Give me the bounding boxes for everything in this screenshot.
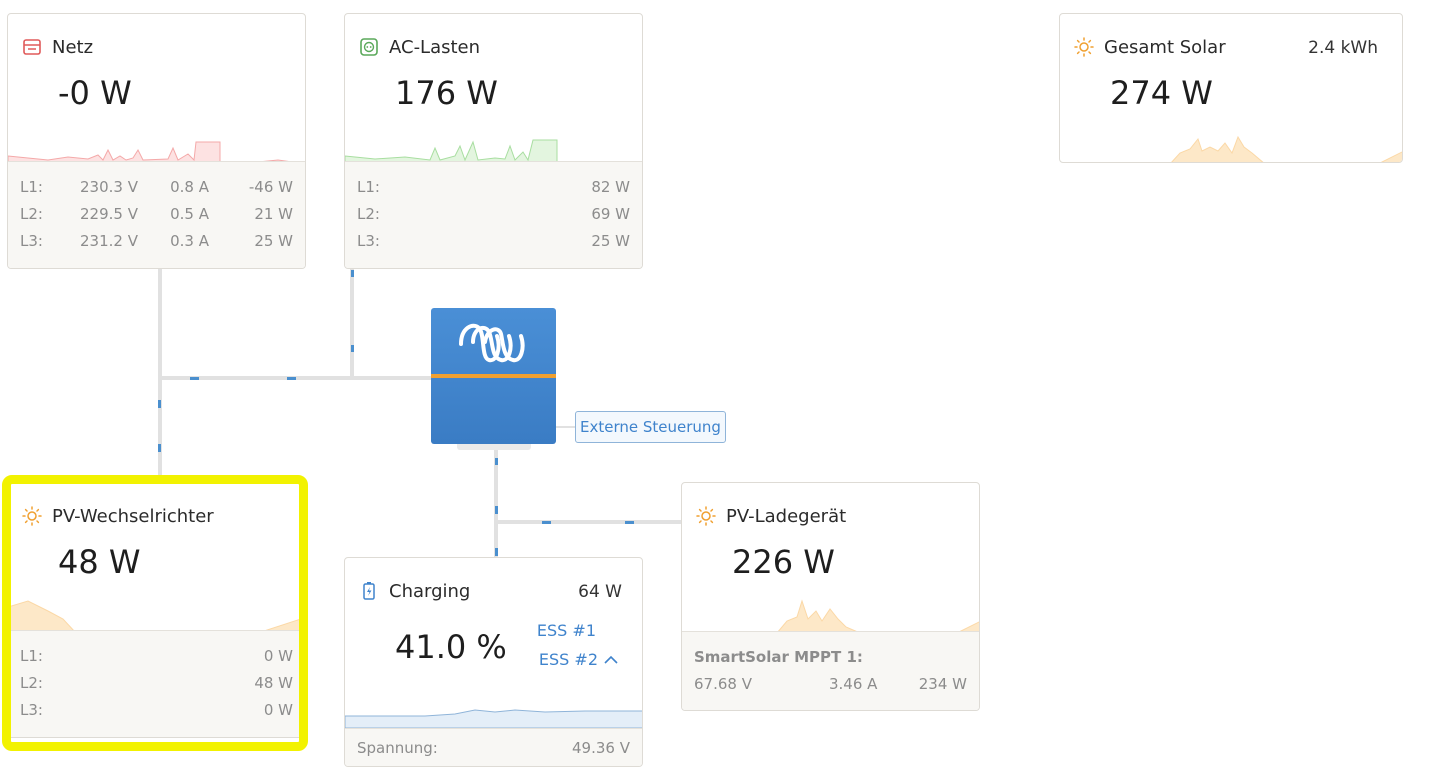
connector-horizontal-ac-bus: [158, 376, 434, 380]
flow-dot: [351, 270, 354, 277]
inverter-box[interactable]: [431, 308, 556, 444]
flow-dot: [351, 345, 354, 352]
total-solar-card[interactable]: Gesamt Solar 2.4 kWh 274 W: [1059, 13, 1403, 163]
phase-current: 0.8 A: [170, 178, 209, 196]
phase-voltage: 229.5 V: [80, 205, 138, 223]
ac-loads-phase-row: L2: 69 W: [357, 205, 630, 225]
charger-current: 3.46 A: [829, 675, 878, 693]
phase-current: 0.3 A: [170, 232, 209, 250]
phase-power: 25 W: [254, 232, 293, 250]
ac-loads-phase-row: L3: 25 W: [357, 232, 630, 252]
phase-voltage: 230.3 V: [80, 178, 138, 196]
ess-2-link[interactable]: ESS #2: [539, 650, 618, 669]
battery-card-header: Charging 64 W: [359, 580, 622, 602]
pv-charger-power: 226 W: [732, 543, 835, 581]
flow-dot: [625, 521, 634, 524]
ac-loads-card[interactable]: AC-Lasten 176 W L1: 82 W L2: 69 W L3: 25…: [344, 13, 643, 269]
flow-dot: [158, 400, 161, 408]
pv-charger-device-row: SmartSolar MPPT 1:: [694, 648, 967, 668]
battery-soc: 41.0 %: [395, 628, 507, 666]
battery-state: Charging: [389, 580, 471, 602]
connector-dc-bus: [494, 520, 682, 524]
phase-power: 82 W: [591, 178, 630, 196]
pv-charger-card[interactable]: PV-Ladegerät 226 W SmartSolar MPPT 1: 67…: [681, 482, 980, 711]
battery-soc-sparkline: [345, 709, 642, 728]
phase-power: 25 W: [591, 232, 630, 250]
phase-power: 21 W: [254, 205, 293, 223]
battery-voltage-row: Spannung: 49.36 V: [357, 739, 630, 759]
ac-loads-phase-details: L1: 82 W L2: 69 W L3: 25 W: [345, 161, 642, 268]
voltage-value: 49.36 V: [572, 739, 630, 757]
ac-loads-title: AC-Lasten: [389, 36, 481, 58]
pv-charger-card-header: PV-Ladegerät: [696, 505, 959, 527]
flow-dot: [495, 506, 498, 514]
battery-details: Spannung: 49.36 V: [345, 728, 642, 766]
ess-1-link[interactable]: ESS #1: [537, 621, 596, 640]
device-name: SmartSolar MPPT 1:: [694, 648, 863, 666]
phase-power: -46 W: [248, 178, 293, 196]
flow-dot: [542, 521, 551, 524]
highlight-marker: [2, 475, 308, 751]
pv-charger-values-row: 67.68 V 3.46 A 234 W: [694, 675, 967, 695]
pv-charger-sparkline: [776, 599, 979, 633]
phase-label: L1:: [20, 178, 43, 196]
connector-external-control: [555, 426, 575, 428]
socket-icon: [359, 37, 379, 57]
phase-voltage: 231.2 V: [80, 232, 138, 250]
flow-dot: [495, 548, 498, 556]
grid-icon: [22, 37, 42, 57]
ac-loads-power: 176 W: [395, 74, 498, 112]
charger-power: 234 W: [918, 675, 967, 693]
ac-loads-card-header: AC-Lasten: [359, 36, 622, 58]
phase-label: L3:: [20, 232, 43, 250]
battery-charging-icon: [359, 581, 379, 601]
phase-label: L2:: [20, 205, 43, 223]
victron-logo-icon: [457, 318, 531, 370]
charger-voltage: 67.68 V: [694, 675, 752, 693]
grid-phase-row: L3: 231.2 V 0.3 A 25 W: [20, 232, 293, 252]
flow-dot: [158, 444, 161, 452]
total-solar-title: Gesamt Solar: [1104, 36, 1226, 58]
phase-label: L2:: [357, 205, 380, 223]
phase-current: 0.5 A: [170, 205, 209, 223]
grid-phase-row: L1: 230.3 V 0.8 A -46 W: [20, 178, 293, 198]
inverter-stripe: [431, 374, 556, 378]
battery-power: 64 W: [578, 582, 622, 602]
total-solar-energy: 2.4 kWh: [1308, 38, 1378, 58]
inverter-shadow: [457, 444, 531, 450]
battery-card[interactable]: Charging 64 W 41.0 % ESS #1 ESS #2 Spann…: [344, 557, 643, 767]
flow-dot: [190, 377, 199, 380]
ess-2-label: ESS #2: [538, 650, 598, 669]
pv-charger-details: SmartSolar MPPT 1: 67.68 V 3.46 A 234 W: [682, 631, 979, 710]
grid-title: Netz: [52, 36, 94, 58]
sun-icon: [696, 506, 716, 526]
connector-ac-down: [350, 268, 354, 380]
grid-phase-details: L1: 230.3 V 0.8 A -46 W L2: 229.5 V 0.5 …: [8, 161, 305, 268]
pv-charger-title: PV-Ladegerät: [726, 505, 847, 527]
grid-card-header: Netz: [22, 36, 285, 58]
flow-dot: [495, 458, 498, 465]
phase-label: L1:: [357, 178, 380, 196]
sun-icon: [1074, 37, 1094, 57]
total-solar-power: 274 W: [1110, 74, 1213, 112]
chevron-up-icon: [604, 650, 618, 669]
total-solar-sparkline: [1171, 135, 1402, 162]
grid-phase-row: L2: 229.5 V 0.5 A 21 W: [20, 205, 293, 225]
external-control-badge[interactable]: Externe Steuerung: [575, 411, 726, 443]
grid-power: -0 W: [58, 74, 132, 112]
ac-loads-phase-row: L1: 82 W: [357, 178, 630, 198]
grid-card[interactable]: Netz -0 W L1: 230.3 V 0.8 A -46 W L2: 22…: [7, 13, 306, 269]
phase-power: 69 W: [591, 205, 630, 223]
flow-dot: [287, 377, 296, 380]
voltage-label: Spannung:: [357, 739, 438, 757]
phase-label: L3:: [357, 232, 380, 250]
total-solar-card-header: Gesamt Solar 2.4 kWh: [1074, 36, 1378, 58]
